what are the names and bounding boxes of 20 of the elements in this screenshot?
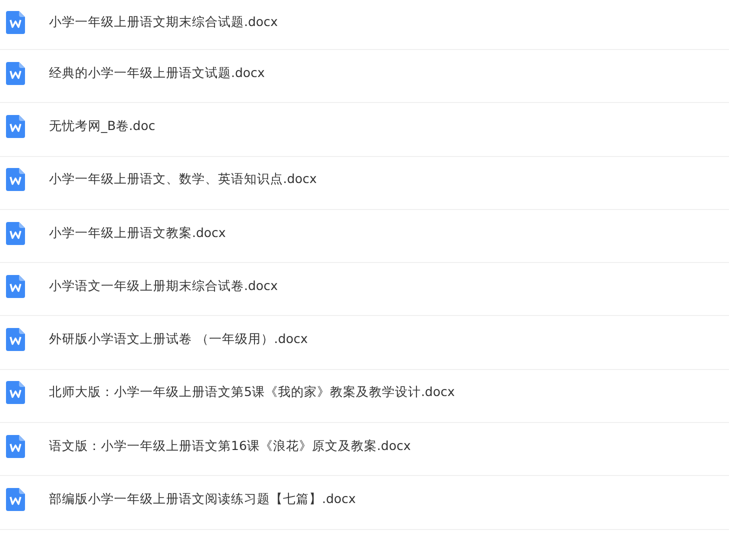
file-name[interactable]: 北师大版：小学一年级上册语文第5课《我的家》教案及教学设计.docx: [49, 384, 455, 402]
word-document-icon: [6, 11, 25, 34]
word-document-icon: [6, 328, 25, 352]
file-name[interactable]: 小学一年级上册语文期末综合试题.docx: [49, 14, 278, 31]
file-name[interactable]: 无忧考网_B卷.doc: [49, 118, 156, 135]
word-document-icon: [6, 62, 25, 85]
word-document-icon: [6, 381, 25, 404]
word-document-icon: [6, 274, 25, 298]
file-name[interactable]: 小学一年级上册语文教案.docx: [49, 224, 226, 242]
word-document-icon: [6, 488, 25, 512]
file-name[interactable]: 外研版小学语文上册试卷 （一年级用）.docx: [49, 331, 308, 348]
word-document-icon: [6, 434, 25, 458]
word-document-icon: [6, 222, 25, 245]
file-name[interactable]: 部编版小学一年级上册语文阅读练习题【七篇】.docx: [49, 491, 356, 508]
word-document-icon: [6, 168, 25, 192]
file-name[interactable]: 语文版：小学一年级上册语文第16课《浪花》原文及教案.docx: [49, 438, 411, 455]
file-name[interactable]: 经典的小学一年级上册语文试题.docx: [49, 64, 265, 82]
file-name[interactable]: 小学一年级上册语文、数学、英语知识点.docx: [49, 171, 317, 188]
file-name[interactable]: 小学语文一年级上册期末综合试卷.docx: [49, 278, 278, 295]
word-document-icon: [6, 114, 25, 138]
